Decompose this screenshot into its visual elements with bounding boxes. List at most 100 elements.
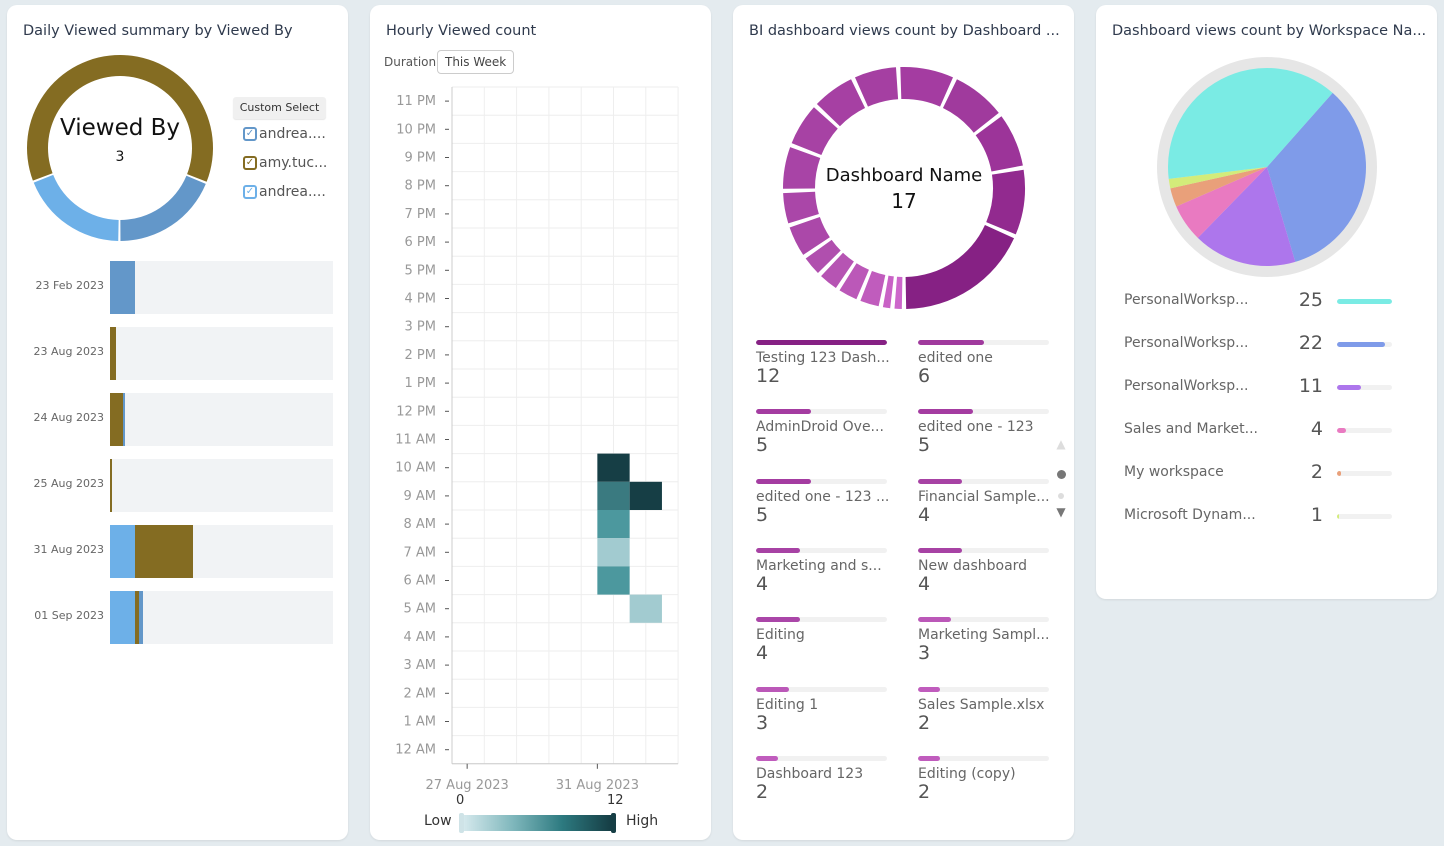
bar-segment[interactable]	[139, 591, 144, 644]
bar-segment[interactable]	[110, 459, 112, 512]
legend-label: andrea....	[259, 184, 326, 200]
workspace-list-item[interactable]: Microsoft Dynam... 1	[1096, 504, 1437, 528]
bar-track	[110, 393, 333, 446]
workspace-count: 4	[1310, 418, 1323, 440]
legend-item[interactable]: ✓ andrea....	[243, 126, 326, 142]
bar-segment[interactable]	[110, 261, 136, 314]
y-tick-label: 8 AM	[403, 517, 436, 532]
donut-slice[interactable]	[120, 175, 206, 241]
workspace-list-item[interactable]: Sales and Market... 4	[1096, 418, 1437, 442]
workspace-name: PersonalWorksp...	[1124, 292, 1249, 308]
bar-track	[110, 327, 333, 380]
dashboard-list-item[interactable]: Sales Sample.xlsx 2	[918, 686, 1049, 734]
scale-min-handle[interactable]	[459, 813, 464, 833]
pager-dot-active[interactable]	[1054, 464, 1068, 483]
heatmap-cell[interactable]	[597, 566, 630, 595]
donut-segment[interactable]	[900, 67, 954, 107]
dashboard-list-item[interactable]: Editing 1 3	[756, 686, 887, 734]
progress-fill	[918, 409, 973, 415]
dashboard-list-item[interactable]: Marketing Sampl... 3	[918, 617, 1049, 664]
progress-track	[756, 686, 887, 692]
dashboard-name: edited one - 123 ...	[756, 488, 890, 505]
bar-segment[interactable]	[110, 591, 136, 644]
bar-segment[interactable]	[110, 327, 117, 380]
bar-segment[interactable]	[122, 393, 125, 446]
y-tick-label: 9 PM	[405, 151, 436, 166]
dashboard-list-item[interactable]: edited one - 123 5	[918, 409, 1049, 456]
heatmap-cell[interactable]	[597, 453, 630, 482]
progress-fill	[1337, 428, 1346, 433]
workspace-list-item[interactable]: My workspace 2	[1096, 461, 1437, 485]
progress-track	[1337, 342, 1392, 347]
dashboard-list-item[interactable]: New dashboard 4	[918, 547, 1049, 595]
y-tick-label: 1 PM	[405, 376, 436, 391]
donut-segment[interactable]	[905, 225, 1015, 309]
bar-row: 24 Aug 2023	[7, 393, 348, 446]
donut-center-label: Viewed By	[59, 115, 181, 141]
donut-segment[interactable]	[882, 275, 894, 309]
y-tick-label: 2 PM	[405, 348, 436, 363]
heatmap-cell[interactable]	[597, 481, 630, 510]
dashboard-name: New dashboard	[918, 557, 1028, 574]
dashboard-name: Marketing Sampl...	[918, 627, 1050, 644]
progress-track	[756, 409, 887, 415]
pager-up-icon[interactable]: ▲	[1054, 437, 1068, 451]
progress-fill	[1337, 385, 1362, 390]
scale-max-handle[interactable]	[611, 813, 616, 833]
custom-select-button[interactable]: Custom Select	[233, 97, 326, 119]
workspace-count: 1	[1310, 504, 1323, 526]
workspace-list-item[interactable]: PersonalWorksp... 25	[1096, 289, 1437, 313]
progress-fill	[756, 686, 789, 692]
bar-segment[interactable]	[135, 525, 193, 578]
checkbox-icon[interactable]: ✓	[243, 156, 257, 170]
workspace-count: 11	[1298, 375, 1323, 397]
dashboard-count: 5	[756, 503, 769, 526]
dashboard-list-item[interactable]: Editing (copy) 2	[918, 755, 1049, 803]
scale-max: 12	[607, 793, 624, 808]
hourly-heatmap: 12 AM 1 AM 2 AM 3 AM 4 AM 5 AM 6 AM 7 AM 8 AM 9 A…	[395, 86, 679, 793]
dashboard-count: 5	[756, 434, 769, 457]
y-tick-label: 7 PM	[405, 207, 436, 222]
y-tick-label: 5 PM	[405, 263, 436, 278]
heatmap-cell[interactable]	[629, 594, 662, 623]
checkbox-icon[interactable]: ✓	[243, 185, 257, 199]
dashboard-name: Editing	[756, 627, 805, 644]
progress-track	[1337, 385, 1392, 390]
workspace-list-item[interactable]: PersonalWorksp... 22	[1096, 332, 1437, 356]
bar-track	[110, 591, 333, 644]
dashboard-list-item[interactable]: Marketing and s... 4	[756, 547, 887, 595]
workspace-list-item[interactable]: PersonalWorksp... 11	[1096, 375, 1437, 399]
dashboard-list-item[interactable]: edited one 6	[918, 340, 1049, 387]
dashboard-list-item[interactable]: AdminDroid Ove... 5	[756, 409, 887, 456]
dashboard-list-item[interactable]: Testing 123 Dash... 12	[756, 340, 890, 387]
bar-segment[interactable]	[110, 393, 123, 446]
y-tick-label: 11 PM	[396, 94, 436, 109]
heatmap-cell[interactable]	[629, 481, 662, 510]
progress-fill	[918, 547, 962, 553]
donut-slice[interactable]	[33, 174, 119, 241]
legend-item[interactable]: ✓ amy.tuc...	[243, 155, 327, 171]
legend-label: andrea....	[259, 126, 326, 142]
progress-fill	[918, 617, 951, 623]
heatmap-cell[interactable]	[597, 510, 630, 539]
progress-track	[756, 617, 887, 623]
dashboard-count: 6	[918, 365, 931, 387]
dashboard-list-item[interactable]: edited one - 123 ... 5	[756, 478, 890, 526]
workspace-name: Microsoft Dynam...	[1124, 507, 1256, 523]
legend-item[interactable]: ✓ andrea....	[243, 184, 326, 200]
heatmap-cell[interactable]	[597, 538, 630, 567]
donut-segment[interactable]	[894, 276, 903, 309]
progress-track	[1337, 514, 1392, 519]
pager-dot[interactable]	[1054, 484, 1068, 503]
bar-date-label: 23 Feb 2023	[35, 279, 104, 292]
dashboard-list-item[interactable]: Financial Sample... 4	[918, 478, 1050, 526]
dashboard-list-item[interactable]: Editing 4	[756, 617, 887, 664]
dashboard-count: 4	[756, 642, 769, 665]
duration-select[interactable]: This Week	[437, 50, 515, 74]
checkbox-icon[interactable]: ✓	[243, 127, 257, 141]
bar-segment[interactable]	[110, 525, 136, 578]
pager-down-icon[interactable]: ▼	[1054, 505, 1068, 519]
dashboard-list-item[interactable]: Dashboard 123 2	[756, 755, 887, 803]
donut-center-label: Dashboard Name	[825, 165, 983, 186]
dashboard-name: edited one	[918, 350, 993, 366]
